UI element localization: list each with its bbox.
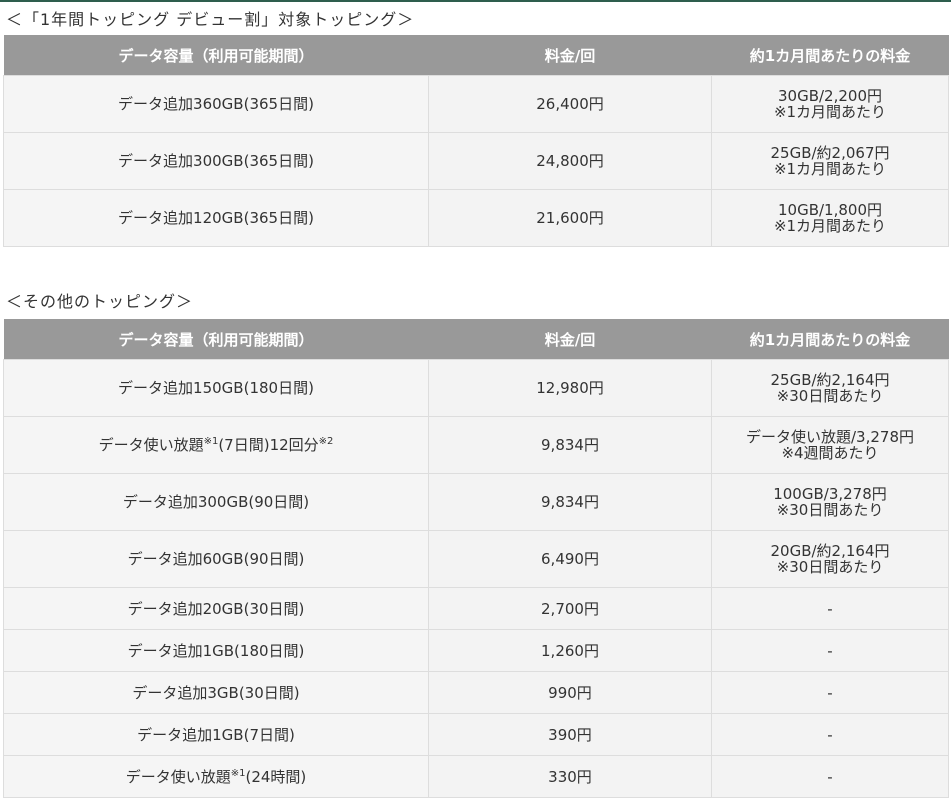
plan-price: 330円: [428, 755, 712, 798]
plan-monthly: データ使い放題/3,278円 ※4週間あたり: [711, 416, 949, 474]
plan-monthly: 10GB/1,800円 ※1カ月間あたり: [711, 189, 949, 247]
header-capacity: データ容量（利用可能期間）: [3, 319, 429, 360]
plan-name: データ追加360GB(365日間): [3, 75, 429, 133]
plan-name: データ追加300GB(90日間): [3, 473, 429, 531]
table-row: データ追加20GB(30日間) 2,700円 -: [3, 587, 949, 630]
table-header-row: データ容量（利用可能期間） 料金/回 約1カ月間あたりの料金: [3, 319, 949, 360]
header-monthly: 約1カ月間あたりの料金: [711, 319, 949, 360]
plan-name-period: (7日間)12回分: [218, 436, 319, 454]
table-row: データ追加150GB(180日間) 12,980円 25GB/約2,164円 ※3…: [3, 359, 949, 417]
plan-name: データ使い放題※1(7日間)12回分※2: [3, 416, 429, 474]
plan-monthly: -: [711, 587, 949, 630]
header-capacity: データ容量（利用可能期間）: [3, 35, 429, 76]
debut-topping-table: データ容量（利用可能期間） 料金/回 約1カ月間あたりの料金 データ追加360G…: [3, 35, 949, 247]
plan-monthly: 30GB/2,200円 ※1カ月間あたり: [711, 75, 949, 133]
plan-name: データ使い放題※1(24時間): [3, 755, 429, 798]
monthly-note: ※30日間あたり: [776, 501, 884, 519]
table-row: データ追加120GB(365日間) 21,600円 10GB/1,800円 ※1カ…: [3, 189, 949, 247]
monthly-note: ※1カ月間あたり: [773, 217, 887, 235]
other-topping-table: データ容量（利用可能期間） 料金/回 約1カ月間あたりの料金 データ追加150G…: [3, 319, 949, 798]
plan-name-period: (24時間): [245, 767, 307, 786]
table-row: データ追加3GB(30日間) 990円 -: [3, 671, 949, 714]
table-header-row: データ容量（利用可能期間） 料金/回 約1カ月間あたりの料金: [3, 35, 949, 76]
table-row: データ追加60GB(90日間) 6,490円 20GB/約2,164円 ※30日間…: [3, 530, 949, 588]
plan-name: データ追加150GB(180日間): [3, 359, 429, 417]
monthly-note: ※30日間あたり: [776, 558, 884, 576]
plan-monthly: 20GB/約2,164円 ※30日間あたり: [711, 530, 949, 588]
header-monthly: 約1カ月間あたりの料金: [711, 35, 949, 76]
table-row: データ追加360GB(365日間) 26,400円 30GB/2,200円 ※1カ…: [3, 75, 949, 133]
table-row: データ追加300GB(365日間) 24,800円 25GB/約2,067円 ※1…: [3, 132, 949, 190]
monthly-note: ※1カ月間あたり: [773, 160, 887, 178]
plan-name: データ追加1GB(7日間): [3, 713, 429, 756]
plan-price: 990円: [428, 671, 712, 714]
section-title-other: ＜その他のトッピング＞: [6, 292, 194, 311]
plan-price: 1,260円: [428, 629, 712, 672]
plan-name: データ追加20GB(30日間): [3, 587, 429, 630]
plan-monthly: -: [711, 713, 949, 756]
table-row: データ使い放題※1(24時間) 330円 -: [3, 755, 949, 798]
plan-price: 9,834円: [428, 473, 712, 531]
plan-name: データ追加120GB(365日間): [3, 189, 429, 247]
table-row: データ追加1GB(7日間) 390円 -: [3, 713, 949, 756]
plan-monthly: -: [711, 629, 949, 672]
plan-price: 9,834円: [428, 416, 712, 474]
plan-price: 390円: [428, 713, 712, 756]
monthly-note: ※30日間あたり: [776, 387, 884, 405]
header-price: 料金/回: [428, 35, 712, 76]
plan-price: 6,490円: [428, 530, 712, 588]
header-price: 料金/回: [428, 319, 712, 360]
plan-monthly: -: [711, 755, 949, 798]
monthly-note: ※4週間あたり: [781, 444, 879, 462]
plan-price: 12,980円: [428, 359, 712, 417]
table-row: データ使い放題※1(7日間)12回分※2 9,834円 データ使い放題/3,27…: [3, 416, 949, 474]
top-rule: [0, 0, 951, 2]
monthly-note: ※1カ月間あたり: [773, 103, 887, 121]
plan-name: データ追加1GB(180日間): [3, 629, 429, 672]
plan-monthly: 25GB/約2,164円 ※30日間あたり: [711, 359, 949, 417]
plan-name: データ追加60GB(90日間): [3, 530, 429, 588]
footnote-mark: ※1: [203, 436, 219, 447]
plan-name-main: データ使い放題: [125, 767, 231, 786]
footnote-mark: ※1: [230, 767, 246, 779]
section-title-debut: ＜「1年間トッピング デビュー割」対象トッピング＞: [6, 10, 415, 29]
plan-price: 21,600円: [428, 189, 712, 247]
plan-name: データ追加300GB(365日間): [3, 132, 429, 190]
table-row: データ追加300GB(90日間) 9,834円 100GB/3,278円 ※30日…: [3, 473, 949, 531]
table-row: データ追加1GB(180日間) 1,260円 -: [3, 629, 949, 672]
plan-name: データ追加3GB(30日間): [3, 671, 429, 714]
plan-monthly: 100GB/3,278円 ※30日間あたり: [711, 473, 949, 531]
plan-name-main: データ使い放題: [98, 436, 204, 454]
plan-price: 26,400円: [428, 75, 712, 133]
footnote-mark: ※2: [318, 436, 334, 447]
plan-price: 2,700円: [428, 587, 712, 630]
plan-monthly: -: [711, 671, 949, 714]
plan-monthly: 25GB/約2,067円 ※1カ月間あたり: [711, 132, 949, 190]
plan-price: 24,800円: [428, 132, 712, 190]
